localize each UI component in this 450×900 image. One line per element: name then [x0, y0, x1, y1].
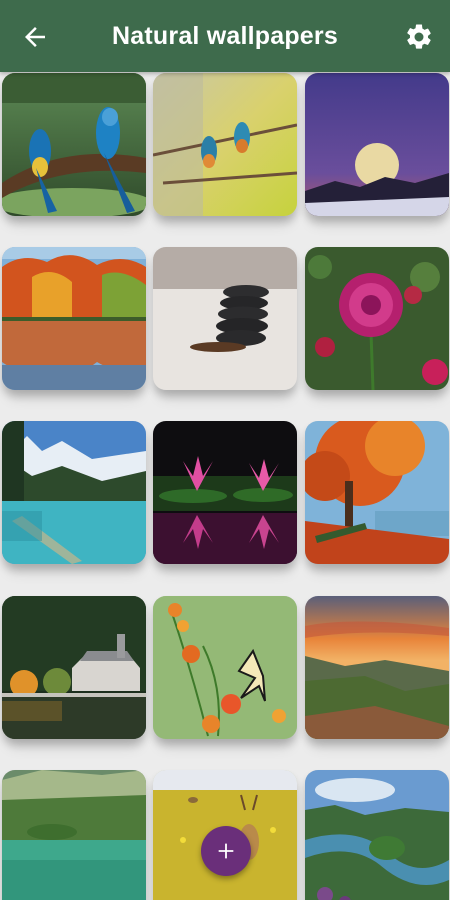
- wallpaper-thumbnail-kingfishers[interactable]: [153, 73, 297, 216]
- wallpaper-thumbnail-chapel[interactable]: [2, 596, 146, 739]
- wallpaper-grid: [0, 72, 450, 900]
- wallpaper-thumbnail-sunset-valley[interactable]: [305, 596, 449, 739]
- arrow-left-icon[interactable]: [20, 22, 50, 52]
- wallpaper-thumbnail-moon[interactable]: [305, 73, 449, 216]
- add-button[interactable]: [201, 826, 251, 876]
- gear-icon[interactable]: [404, 22, 434, 52]
- wallpaper-thumbnail-river-aerial[interactable]: [305, 770, 449, 900]
- wallpaper-thumbnail-green-lake[interactable]: [2, 770, 146, 900]
- app-bar: Natural wallpapers: [0, 0, 450, 72]
- wallpaper-thumbnail-butterfly[interactable]: [153, 596, 297, 739]
- wallpaper-thumbnail-mountain-lake[interactable]: [2, 421, 146, 564]
- wallpaper-thumbnail-autumn-lake[interactable]: [2, 247, 146, 390]
- wallpaper-thumbnail-water-lilies[interactable]: [153, 421, 297, 564]
- wallpaper-thumbnail-zen-stones[interactable]: [153, 247, 297, 390]
- wallpaper-thumbnail-parrots[interactable]: [2, 73, 146, 216]
- plus-icon: [218, 843, 234, 859]
- page-title: Natural wallpapers: [112, 21, 338, 50]
- wallpaper-thumbnail-dahlia[interactable]: [305, 247, 449, 390]
- wallpaper-thumbnail-autumn-bench[interactable]: [305, 421, 449, 564]
